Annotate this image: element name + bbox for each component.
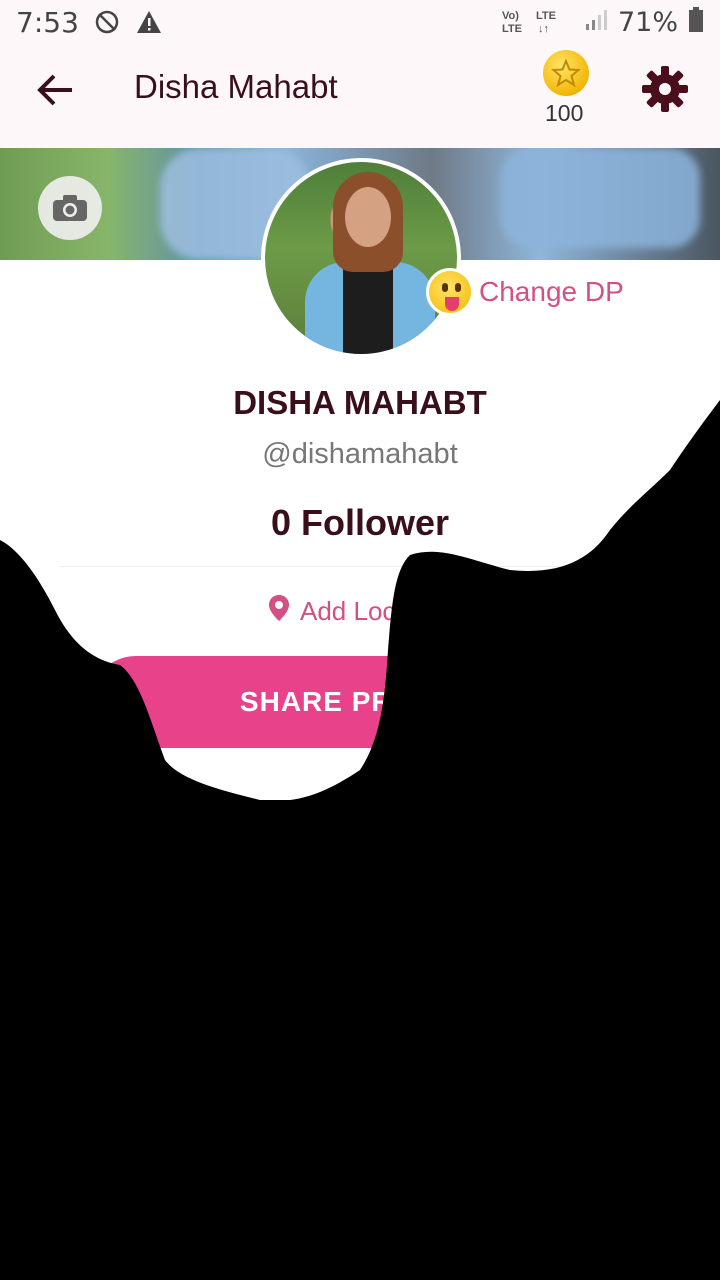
status-time: 7:53 — [16, 5, 79, 39]
network-indicator: Vo) LTE LTE ↓↑ — [502, 8, 574, 36]
battery-percent: 71% — [617, 6, 678, 38]
svg-text:Vo): Vo) — [502, 10, 519, 22]
change-dp-link[interactable]: Change DP — [479, 276, 624, 308]
tongue-emoji-icon[interactable] — [426, 268, 474, 316]
back-arrow-icon[interactable] — [34, 68, 78, 112]
status-bar: 7:53 Vo) LTE LTE ↓↑ 71% — [0, 0, 720, 44]
coin-icon[interactable] — [543, 50, 589, 96]
follower-count[interactable]: 0 Follower — [0, 502, 720, 544]
coin-count: 100 — [545, 100, 584, 126]
display-name: DISHA MAHABT — [233, 384, 487, 421]
app-bar: Disha Mahabt 100 — [0, 44, 720, 148]
divider — [60, 566, 660, 567]
share-profile-button[interactable]: SHARE PROFILE — [90, 656, 630, 748]
location-pin-icon — [268, 594, 290, 629]
svg-text:↓↑: ↓↑ — [538, 23, 549, 34]
avatar[interactable] — [261, 158, 461, 358]
page-title: Disha Mahabt — [134, 68, 338, 105]
camera-icon[interactable] — [38, 176, 102, 240]
username-handle: @dishamahabt — [262, 438, 458, 470]
add-location-link[interactable]: Add Location — [268, 594, 452, 629]
add-location-label: Add Location — [300, 596, 452, 626]
sync-off-icon — [93, 8, 121, 36]
warning-icon — [135, 8, 163, 36]
svg-text:LTE: LTE — [502, 23, 522, 34]
svg-text:LTE: LTE — [536, 10, 556, 22]
battery-icon — [688, 6, 704, 38]
signal-icon — [584, 8, 608, 37]
gear-icon[interactable] — [640, 64, 690, 114]
